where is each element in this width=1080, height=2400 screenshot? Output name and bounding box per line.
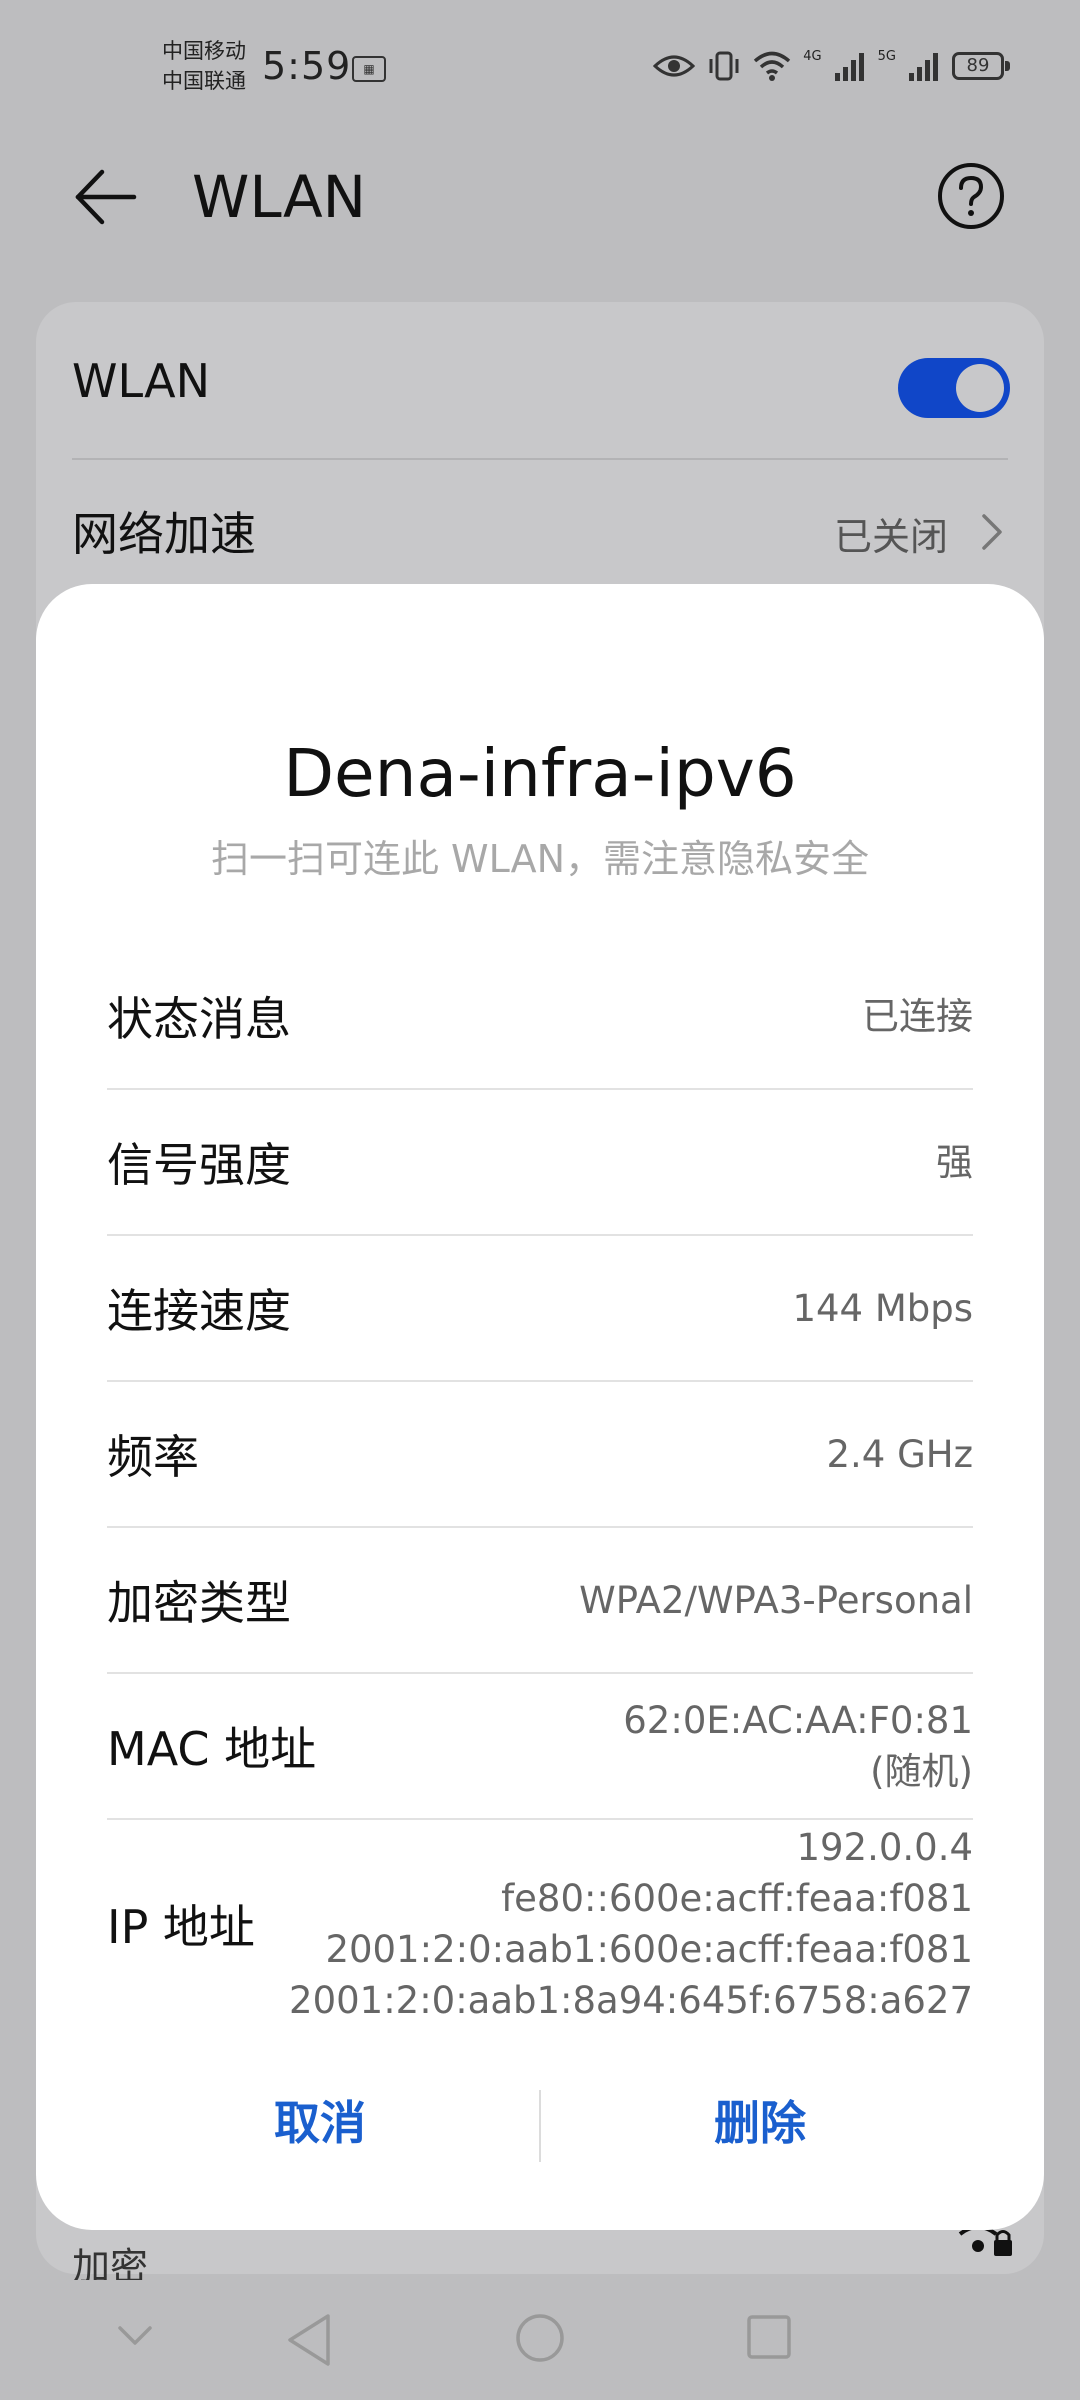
chevron-down-icon[interactable] xyxy=(112,2312,158,2358)
info-row-speed: 连接速度 144 Mbps xyxy=(107,1236,973,1382)
notification-icon: ▦ xyxy=(352,56,386,82)
info-row-signal: 信号强度 强 xyxy=(107,1090,973,1236)
signal-icon-1 xyxy=(834,53,864,81)
info-value: 144 Mbps xyxy=(792,1286,973,1330)
dialog-actions: 取消 删除 xyxy=(36,2080,1044,2162)
carrier-labels: 中国移动 中国联通 xyxy=(162,36,246,96)
delete-button[interactable]: 删除 xyxy=(540,2080,980,2160)
info-row-frequency: 频率 2.4 GHz xyxy=(107,1382,973,1528)
info-value: 2.4 GHz xyxy=(826,1432,973,1476)
info-value: 192.0.0.4 fe80::600e:acff:feaa:f081 2001… xyxy=(289,1826,973,2022)
info-label: IP 地址 xyxy=(107,1900,255,1954)
page-title: WLAN xyxy=(192,163,367,231)
info-label: 加密类型 xyxy=(107,1576,291,1630)
carrier-2: 中国联通 xyxy=(162,69,246,93)
network-type-2: 5G xyxy=(877,48,896,64)
carrier-1: 中国移动 xyxy=(162,39,246,63)
nav-home-icon[interactable] xyxy=(514,2312,566,2364)
info-label: MAC 地址 xyxy=(107,1722,317,1776)
toggle-knob xyxy=(956,364,1004,412)
info-value: 强 xyxy=(936,1140,973,1184)
info-value: WPA2/WPA3-Personal xyxy=(579,1578,973,1622)
wlan-label: WLAN xyxy=(72,354,211,408)
network-info-list: 状态消息 已连接 信号强度 强 连接速度 144 Mbps 频率 2.4 GHz… xyxy=(107,944,973,2028)
info-row-status: 状态消息 已连接 xyxy=(107,944,973,1090)
info-row-ip: IP 地址 192.0.0.4 fe80::600e:acff:feaa:f08… xyxy=(107,1820,973,2028)
info-value: 62:0E:AC:AA:F0:81 (随机) xyxy=(623,1699,973,1793)
network-type-1: 4G xyxy=(803,48,822,64)
info-label: 连接速度 xyxy=(107,1284,291,1338)
arrow-left-icon[interactable] xyxy=(70,162,140,232)
cancel-button[interactable]: 取消 xyxy=(100,2080,540,2160)
eye-comfort-icon xyxy=(653,55,696,77)
divider xyxy=(72,458,1008,460)
info-row-mac: MAC 地址 62:0E:AC:AA:F0:81 (随机) xyxy=(107,1674,973,1820)
battery-icon: 89 xyxy=(952,52,1010,80)
status-time: 5:59 xyxy=(262,44,352,88)
info-value: 已连接 xyxy=(862,994,973,1038)
info-label: 信号强度 xyxy=(107,1138,291,1192)
dialog-subtitle: 扫一扫可连此 WLAN，需注意隐私安全 xyxy=(210,837,870,881)
network-accel-label[interactable]: 网络加速 xyxy=(72,498,256,564)
question-circle-icon[interactable] xyxy=(935,160,1007,232)
network-name: Dena-infra-ipv6 xyxy=(283,735,797,812)
info-row-encryption: 加密类型 WPA2/WPA3-Personal xyxy=(107,1528,973,1674)
network-details-dialog: Dena-infra-ipv6 扫一扫可连此 WLAN，需注意隐私安全 状态消息… xyxy=(36,584,1044,2230)
network-accel-value: 已关闭 xyxy=(833,515,948,559)
status-bar: 中国移动 中国联通 5:59 ▦ 4G 5G 89 xyxy=(0,0,1080,130)
chevron-right-icon xyxy=(982,514,1002,550)
vibrate-icon xyxy=(709,51,739,81)
navigation-bar xyxy=(0,2280,1080,2400)
info-label: 状态消息 xyxy=(107,992,291,1046)
wifi-icon xyxy=(754,51,791,81)
status-icons: 4G 5G 89 xyxy=(653,46,1010,86)
nav-recents-icon[interactable] xyxy=(744,2312,794,2362)
app-header: WLAN xyxy=(0,140,1080,250)
nav-back-icon[interactable] xyxy=(284,2312,334,2368)
info-label: 频率 xyxy=(107,1430,199,1484)
wlan-toggle[interactable] xyxy=(898,358,1010,418)
signal-icon-2 xyxy=(909,53,938,81)
